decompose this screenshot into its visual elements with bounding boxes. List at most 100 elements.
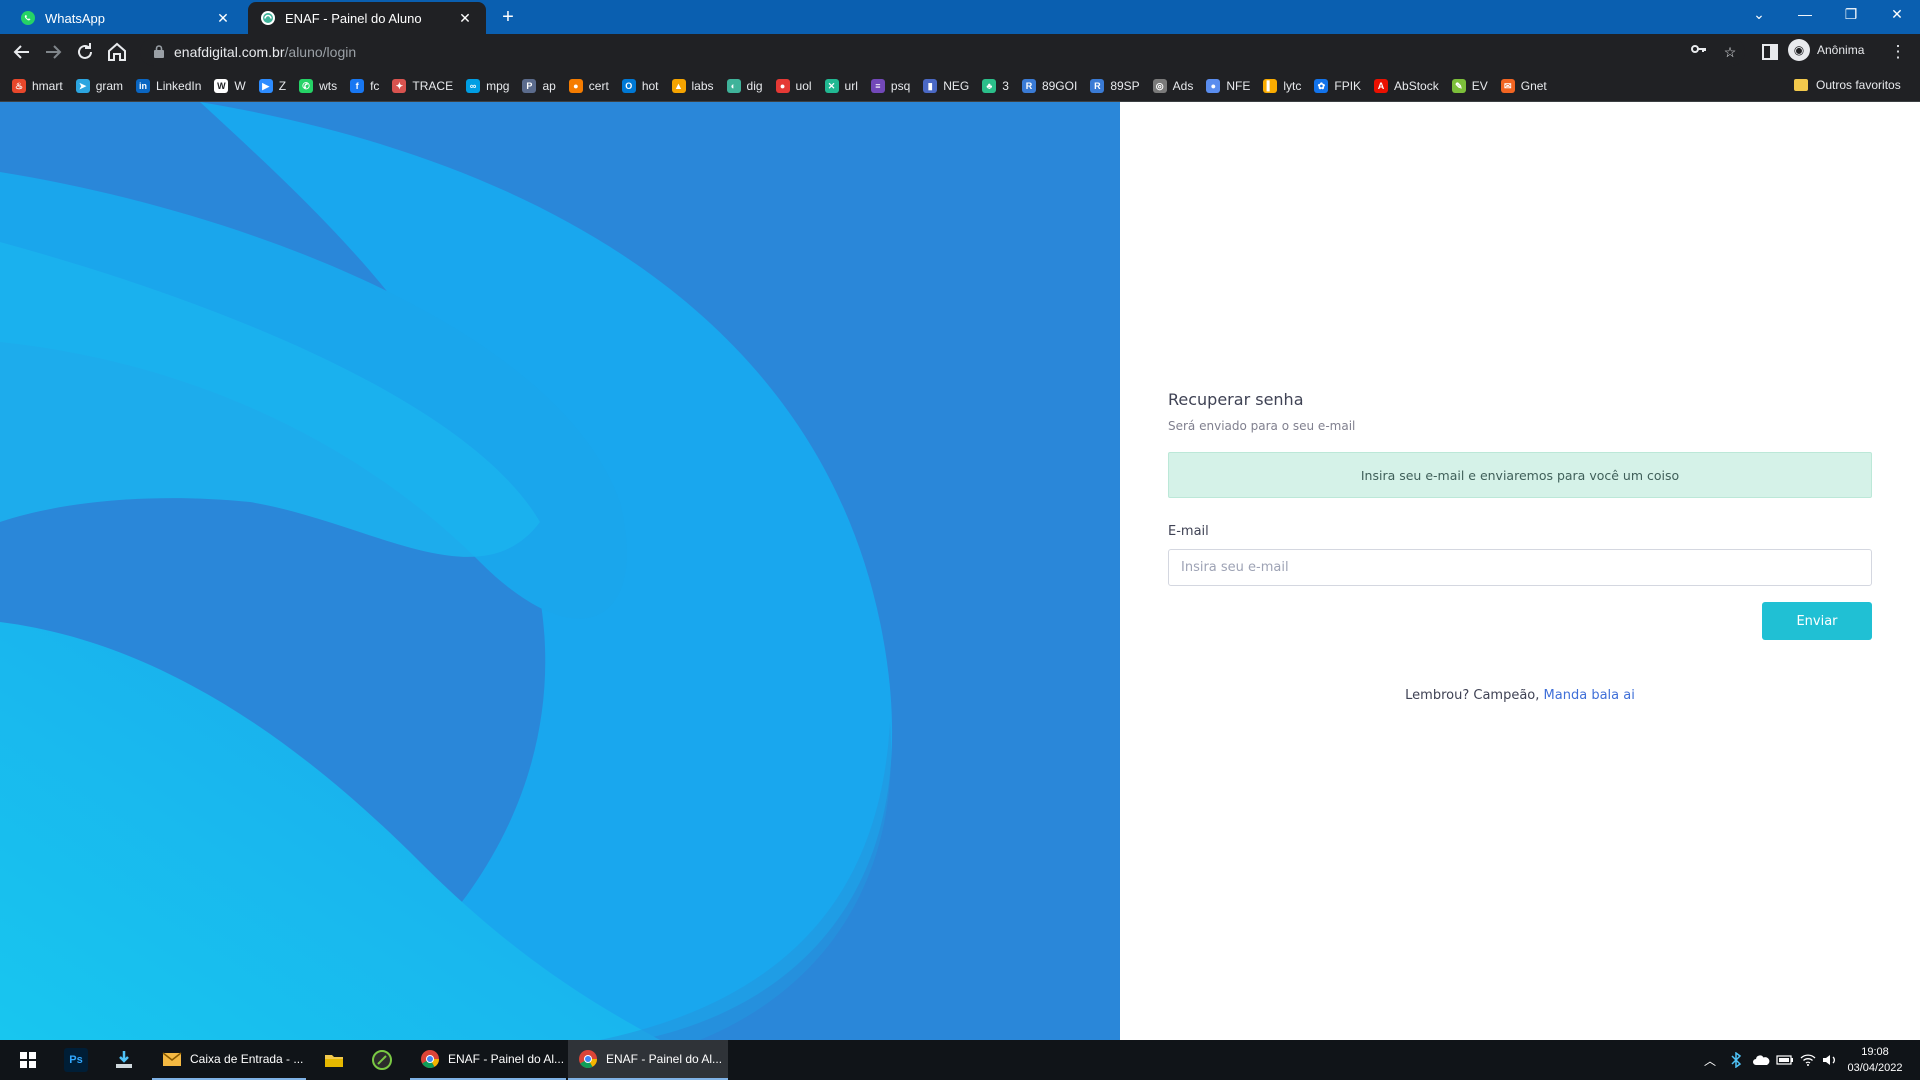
tab-whatsapp[interactable]: WhatsApp ✕ <box>8 2 244 34</box>
browser-tab-strip: WhatsApp ✕ ENAF - Painel do Aluno ✕ + ⌄ … <box>0 0 1920 34</box>
bookmark-item[interactable]: ▮ NEG <box>923 79 969 93</box>
bookmark-item[interactable]: ✕ url <box>824 79 858 93</box>
r-icon: R <box>1090 79 1105 93</box>
address-bar[interactable]: enafdigital.com.br/aluno/login ☆ <box>140 38 1745 66</box>
bookmark-item[interactable]: ♣ 3 <box>982 79 1009 93</box>
windows-start-icon <box>16 1048 40 1072</box>
whatsapp-icon <box>20 10 36 26</box>
recover-password-form: Recuperar senha Será enviado para o seu … <box>1168 390 1872 703</box>
battery-icon[interactable] <box>1776 1040 1794 1080</box>
volume-icon[interactable] <box>1822 1040 1838 1080</box>
new-tab-button[interactable]: + <box>496 6 520 30</box>
bookmark-item[interactable]: f fc <box>350 79 379 93</box>
bookmark-item[interactable]: ▍ lytc <box>1263 79 1301 93</box>
bluetooth-icon[interactable] <box>1730 1040 1742 1080</box>
taskbar-chrome-window-1[interactable]: ENAF - Painel do Al... <box>410 1040 566 1080</box>
bookmark-label: Gnet <box>1520 79 1547 93</box>
bookmark-item[interactable]: WW <box>214 79 246 93</box>
uol-icon: ● <box>775 79 790 93</box>
incognito-profile-button[interactable]: ◉ Anônima <box>1788 39 1864 61</box>
tab-search-icon[interactable]: ⌄ <box>1736 0 1782 30</box>
bookmark-label: 3 <box>1002 79 1009 93</box>
adobe-icon: A <box>1374 79 1389 93</box>
bookmark-item[interactable]: ◐ dig <box>726 79 763 93</box>
app-installer-icon <box>112 1048 136 1072</box>
bookmarks-list: ♨ hmart ➤ gram in LinkedIn W W ▶ Z ✆ wts f fc ✦ TRACE ∞ m… <box>12 70 1560 102</box>
other-bookmarks-folder[interactable]: Outros favoritos <box>1794 78 1901 92</box>
restore-button[interactable]: ❐ <box>1828 0 1874 30</box>
taskbar-file-explorer[interactable] <box>314 1040 354 1080</box>
bookmark-item[interactable]: ✿ FPIK <box>1314 79 1361 93</box>
bookmark-item[interactable]: R 89GOI <box>1021 79 1077 93</box>
profile-label: Anônima <box>1817 43 1865 57</box>
back-icon[interactable] <box>10 40 34 64</box>
menu-kebab-icon[interactable]: ⋮ <box>1886 40 1910 64</box>
bookmark-item[interactable]: ◎ Ads <box>1152 79 1193 93</box>
bookmark-label: ap <box>542 79 556 93</box>
linkedin-icon: in <box>136 79 151 93</box>
bookmark-item[interactable]: in LinkedIn <box>136 79 201 93</box>
analytics-icon: ▍ <box>1263 79 1278 93</box>
key-icon[interactable] <box>1687 40 1711 64</box>
taskbar-mail[interactable]: Caixa de Entrada - ... <box>152 1040 306 1080</box>
bookmark-item[interactable]: ▶ Z <box>258 79 286 93</box>
bookmark-label: fc <box>370 79 380 93</box>
side-panel-icon[interactable] <box>1758 40 1782 64</box>
bookmark-label: hot <box>641 79 659 93</box>
taskbar-sketch[interactable] <box>362 1040 402 1080</box>
submit-button-label: Enviar <box>1796 613 1838 629</box>
bookmark-item[interactable]: Pap <box>522 79 556 93</box>
url-path: /aluno/login <box>284 44 357 60</box>
bookmark-item[interactable]: ● uol <box>775 79 812 93</box>
taskbar-app-installer[interactable] <box>104 1040 144 1080</box>
bookmark-label: FPIK <box>1334 79 1362 93</box>
bookmark-item[interactable]: ✆ wts <box>299 79 337 93</box>
bookmarks-bar: ♨ hmart ➤ gram in LinkedIn W W ▶ Z ✆ wts f fc ✦ TRACE ∞ m… <box>0 70 1920 102</box>
bookmark-star-icon[interactable]: ☆ <box>1718 40 1742 64</box>
wifi-icon[interactable] <box>1800 1040 1816 1080</box>
mercadopago-icon: ∞ <box>466 79 481 93</box>
bookmark-label: gram <box>95 79 124 93</box>
onedrive-icon[interactable] <box>1752 1040 1770 1080</box>
taskbar-photoshop[interactable]: Ps <box>56 1040 96 1080</box>
bookmark-label: W <box>234 79 246 93</box>
taskbar-chrome-label-2: ENAF - Painel do Al... <box>606 1052 723 1066</box>
forms-icon: ≡ <box>870 79 885 93</box>
bookmark-item[interactable]: A AbStock <box>1374 79 1439 93</box>
bookmark-item[interactable]: ≡ psq <box>870 79 910 93</box>
bookmark-item[interactable]: ● cert <box>568 79 609 93</box>
lock-icon[interactable] <box>154 45 164 58</box>
close-tab-icon[interactable]: ✕ <box>456 9 474 27</box>
tab-enaf[interactable]: ENAF - Painel do Aluno ✕ <box>248 2 486 34</box>
wix-icon: W <box>214 79 229 93</box>
bookmark-item[interactable]: ▲ labs <box>671 79 714 93</box>
bookmark-item[interactable]: R 89SP <box>1090 79 1140 93</box>
bookmark-item[interactable]: ● NFE <box>1206 79 1250 93</box>
home-icon[interactable] <box>105 40 129 64</box>
reload-icon[interactable] <box>73 40 97 64</box>
email-field[interactable]: Insira seu e-mail <box>1168 549 1872 586</box>
minimize-button[interactable]: — <box>1782 0 1828 30</box>
system-clock[interactable]: 19:08 03/04/2022 <box>1840 1044 1910 1076</box>
taskbar-chrome-label-1: ENAF - Painel do Al... <box>448 1052 565 1066</box>
back-to-login-link[interactable]: Manda bala ai <box>1544 688 1635 703</box>
bookmark-item[interactable]: ∞ mpg <box>466 79 509 93</box>
bookmark-item[interactable]: ♨ hmart <box>12 79 63 93</box>
close-window-button[interactable]: ✕ <box>1874 0 1920 30</box>
submit-button[interactable]: Enviar <box>1762 602 1872 640</box>
start-button[interactable] <box>8 1040 48 1080</box>
chrome-icon <box>576 1047 600 1071</box>
taskbar-chrome-window-2[interactable]: ENAF - Painel do Al... <box>568 1040 728 1080</box>
tray-overflow-icon[interactable]: ︿ <box>1704 1040 1716 1080</box>
bookmark-item[interactable]: Ohot <box>621 79 659 93</box>
clock-date: 03/04/2022 <box>1847 1062 1903 1074</box>
browser-toolbar: enafdigital.com.br/aluno/login ☆ ◉ Anôni… <box>0 34 1920 70</box>
bookmark-item[interactable]: ✉ Gnet <box>1500 79 1547 93</box>
info-alert: Insira seu e-mail e enviaremos para você… <box>1168 452 1872 498</box>
bookmark-item[interactable]: ✎ EV <box>1451 79 1488 93</box>
bookmark-item[interactable]: ✦ TRACE <box>392 79 453 93</box>
close-tab-icon[interactable]: ✕ <box>214 9 232 27</box>
back-to-login-line: Lembrou? Campeão, Manda bala ai <box>1168 688 1872 703</box>
forward-icon[interactable] <box>41 40 65 64</box>
bookmark-item[interactable]: ➤ gram <box>75 79 124 93</box>
